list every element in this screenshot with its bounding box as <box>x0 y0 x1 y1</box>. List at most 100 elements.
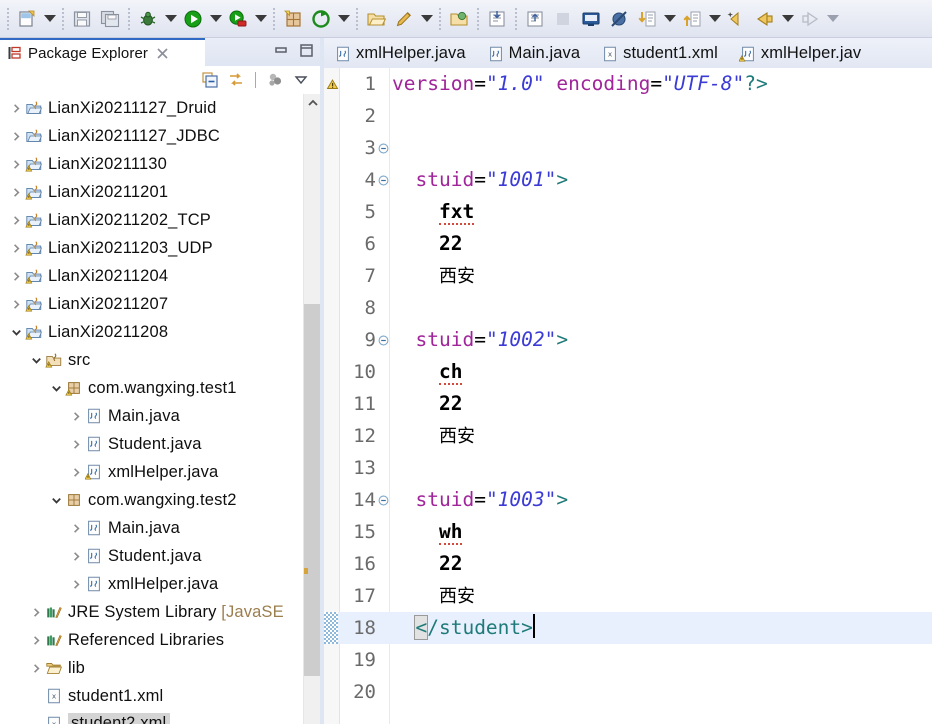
twisty-collapsed-icon[interactable] <box>68 523 85 534</box>
code-line[interactable]: 6 22 <box>324 228 932 260</box>
step-return-button[interactable] <box>678 5 706 33</box>
tree-item-lianxi20211208[interactable]: LianXi20211208 <box>0 318 303 346</box>
tree-item-main-java[interactable]: Main.java <box>0 514 303 542</box>
open-resource-button[interactable] <box>445 5 473 33</box>
twisty-collapsed-icon[interactable] <box>8 131 25 142</box>
tree-item-student1-xml[interactable]: x student1.xml <box>0 682 303 710</box>
line-content[interactable]: 22 <box>392 548 462 580</box>
code-line[interactable]: 14 stuid="1003"> <box>324 484 932 516</box>
line-content[interactable]: wh <box>392 516 463 548</box>
code-line[interactable]: 17 西安 <box>324 580 932 612</box>
previous-annotation-button[interactable] <box>521 5 549 33</box>
code-line[interactable]: 7 西安 <box>324 260 932 292</box>
back-to-button[interactable] <box>723 5 751 33</box>
line-content[interactable]: fxt <box>392 196 475 228</box>
external-tools-dropdown[interactable] <box>335 5 352 33</box>
tree-item-lianxi20211201[interactable]: LianXi20211201 <box>0 178 303 206</box>
code-line[interactable]: 3 <box>324 132 932 164</box>
tree-item-lib[interactable]: lib <box>0 654 303 682</box>
collapse-all-icon[interactable] <box>199 69 221 91</box>
scroll-up-icon[interactable] <box>304 94 321 111</box>
line-content[interactable]: stuid="1002"> <box>392 324 568 356</box>
twisty-collapsed-icon[interactable] <box>28 635 45 646</box>
tree-item-com-wangxing-test1[interactable]: com.wangxing.test1 <box>0 374 303 402</box>
tree-item-lianxi20211127-druid[interactable]: LianXi20211127_Druid <box>0 94 303 122</box>
twisty-expanded-icon[interactable] <box>28 355 45 366</box>
code-line[interactable]: 5 fxt <box>324 196 932 228</box>
code-line[interactable]: 11 22 <box>324 388 932 420</box>
code-line[interactable]: 15 wh <box>324 516 932 548</box>
twisty-collapsed-icon[interactable] <box>68 551 85 562</box>
tree-item-lianxi20211202-tcp[interactable]: LianXi20211202_TCP <box>0 206 303 234</box>
tree-item-com-wangxing-test2[interactable]: com.wangxing.test2 <box>0 486 303 514</box>
skip-breakpoints-button[interactable] <box>605 5 633 33</box>
debug-dropdown[interactable] <box>162 5 179 33</box>
step-return-dropdown[interactable] <box>706 5 723 33</box>
twisty-collapsed-icon[interactable] <box>68 439 85 450</box>
external-tools-button[interactable] <box>307 5 335 33</box>
tree-item-lianxi20211207[interactable]: LianXi20211207 <box>0 290 303 318</box>
twisty-collapsed-icon[interactable] <box>8 103 25 114</box>
tree-item-student-java[interactable]: Student.java <box>0 430 303 458</box>
debug-button[interactable] <box>134 5 162 33</box>
step-into-dropdown[interactable] <box>661 5 678 33</box>
line-content[interactable] <box>392 452 415 484</box>
twisty-collapsed-icon[interactable] <box>8 243 25 254</box>
code-line[interactable]: 12 西安 <box>324 420 932 452</box>
maximize-icon[interactable] <box>298 42 314 63</box>
twisty-collapsed-icon[interactable] <box>8 159 25 170</box>
tree-item-lianxi20211130[interactable]: LianXi20211130 <box>0 150 303 178</box>
twisty-collapsed-icon[interactable] <box>28 663 45 674</box>
code-line[interactable]: 13 <box>324 452 932 484</box>
run-coverage-dropdown[interactable] <box>252 5 269 33</box>
line-content[interactable]: ch <box>392 356 463 388</box>
code-line[interactable]: 1 version="1.0" encoding="UTF-8"?> <box>324 68 932 100</box>
editor-tab-xmlhelper-java[interactable]: xmlHelper.java <box>324 38 477 68</box>
code-line[interactable]: 20 <box>324 676 932 708</box>
line-content[interactable]: 西安 <box>392 260 475 292</box>
twisty-expanded-icon[interactable] <box>48 495 65 506</box>
next-annotation-button[interactable] <box>483 5 511 33</box>
line-content[interactable] <box>392 292 415 324</box>
code-line[interactable]: 10 ch <box>324 356 932 388</box>
step-into-button[interactable] <box>633 5 661 33</box>
new-java-package-button[interactable] <box>279 5 307 33</box>
twisty-collapsed-icon[interactable] <box>8 299 25 310</box>
tree-item-student-java[interactable]: Student.java <box>0 542 303 570</box>
code-line[interactable]: 4 stuid="1001"> <box>324 164 932 196</box>
code-line[interactable]: 2 <box>324 100 932 132</box>
tree-item-main-java[interactable]: Main.java <box>0 402 303 430</box>
package-explorer-scrollbar[interactable] <box>303 94 321 724</box>
search-dropdown[interactable] <box>418 5 435 33</box>
twisty-collapsed-icon[interactable] <box>8 215 25 226</box>
new-wizard-dropdown[interactable] <box>41 5 58 33</box>
scrollbar-thumb[interactable] <box>304 304 321 676</box>
tree-item-jre-system-library[interactable]: JRE System Library [JavaSE <box>0 598 303 626</box>
line-content[interactable]: 22 <box>392 228 462 260</box>
tree-item-llanxi20211204[interactable]: LlanXi20211204 <box>0 262 303 290</box>
line-content[interactable]: 西安 <box>392 420 475 452</box>
minimize-icon[interactable] <box>273 42 289 63</box>
fold-collapse-icon[interactable] <box>376 324 390 356</box>
save-all-button[interactable] <box>96 5 124 33</box>
code-line[interactable]: 8 <box>324 292 932 324</box>
focus-task-icon[interactable] <box>264 69 286 91</box>
forward-button[interactable] <box>796 5 824 33</box>
code-line[interactable]: 18 </student> <box>324 612 932 644</box>
twisty-expanded-icon[interactable] <box>8 327 25 338</box>
forward-dropdown[interactable] <box>824 5 841 33</box>
twisty-collapsed-icon[interactable] <box>8 187 25 198</box>
tree-item-lianxi20211203-udp[interactable]: LianXi20211203_UDP <box>0 234 303 262</box>
editor-tab-student1-xml[interactable]: x student1.xml <box>591 38 729 68</box>
code-line[interactable]: 19 <box>324 644 932 676</box>
tree-item-lianxi20211127-jdbc[interactable]: LianXi20211127_JDBC <box>0 122 303 150</box>
back-dropdown[interactable] <box>779 5 796 33</box>
project-tree[interactable]: LianXi20211127_Druid LianXi20211127_JDBC L… <box>0 94 303 724</box>
warning-marker-icon[interactable] <box>324 68 340 100</box>
twisty-collapsed-icon[interactable] <box>68 467 85 478</box>
view-menu-icon[interactable] <box>290 69 312 91</box>
link-editor-icon[interactable] <box>225 69 247 91</box>
close-icon[interactable] <box>156 47 169 60</box>
twisty-collapsed-icon[interactable] <box>68 411 85 422</box>
editor-tab-xmlhelper-jav[interactable]: xmlHelper.jav <box>729 38 872 68</box>
